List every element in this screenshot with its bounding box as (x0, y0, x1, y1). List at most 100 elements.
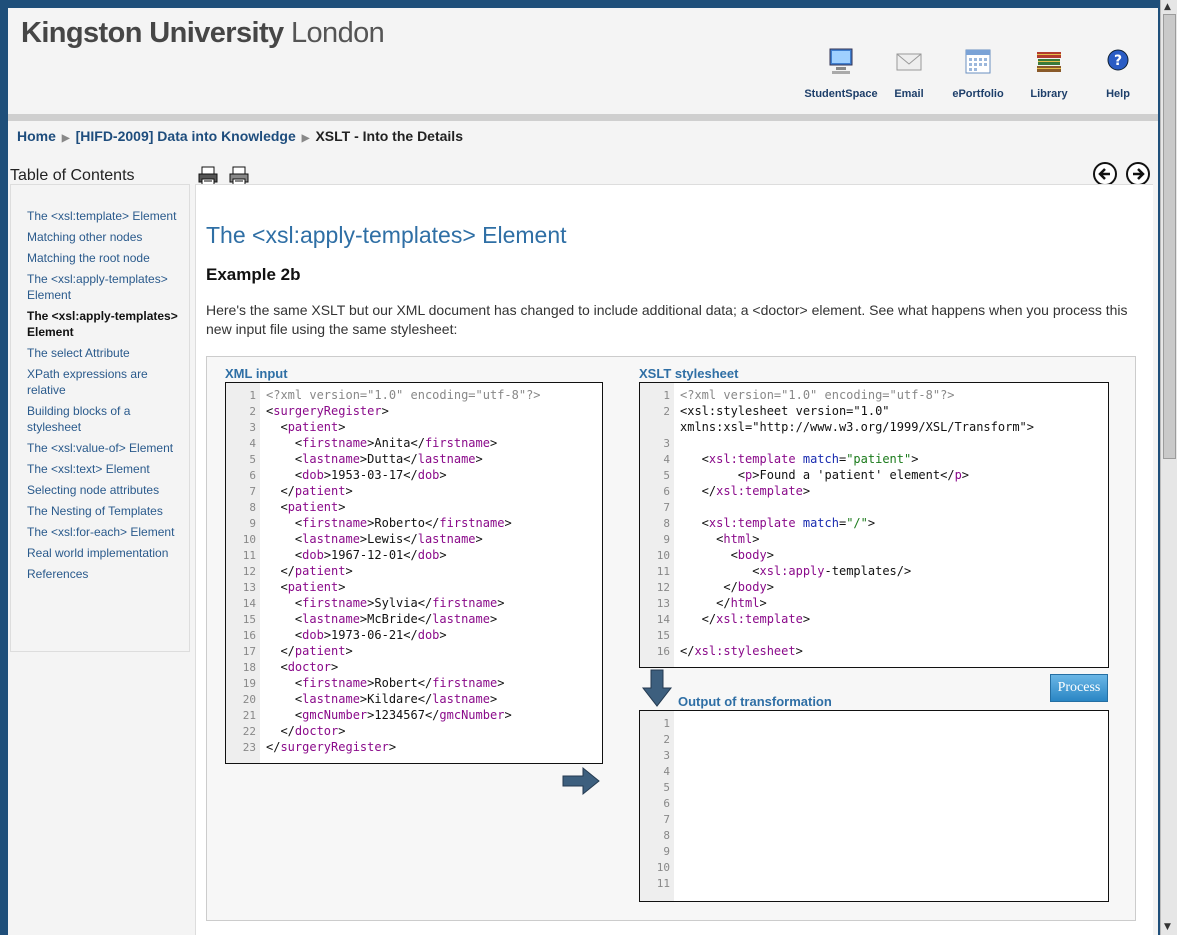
code-text: <lastname>McBride</lastname> (266, 612, 498, 626)
line-number: 14 (242, 597, 256, 610)
toc-item[interactable]: The <xsl:template> Element (27, 208, 187, 224)
code-text: <p>Found a 'patient' element</p> (680, 468, 970, 482)
code-line: 11 <xsl:apply-templates/> (640, 563, 911, 579)
toc-item[interactable]: Matching the root node (27, 250, 187, 266)
scrollbar-thumb[interactable] (1163, 14, 1176, 459)
toc-item[interactable]: The <xsl:for-each> Element (27, 524, 187, 540)
code-line: xmlns:xsl="http://www.w3.org/1999/XSL/Tr… (640, 419, 1034, 435)
code-line: 19 <firstname>Robert</firstname> (226, 675, 505, 691)
toc-item[interactable]: The <xsl:value-of> Element (27, 440, 187, 456)
code-line: 9 <html> (640, 531, 759, 547)
line-number: 7 (663, 813, 670, 826)
code-text: </surgeryRegister> (266, 740, 397, 754)
breadcrumb-course[interactable]: [HIFD-2009] Data into Knowledge (76, 128, 296, 144)
line-number: 14 (656, 613, 670, 626)
line-number: 4 (663, 453, 670, 466)
help-icon: ? (1107, 49, 1129, 71)
line-number: 22 (242, 725, 256, 738)
code-text: <lastname>Kildare</lastname> (266, 692, 498, 706)
toc-item[interactable]: XPath expressions are relative (27, 366, 187, 398)
code-line: 5 (640, 779, 670, 795)
code-text: <?xml version="1.0" encoding="utf-8"?> (680, 388, 955, 402)
code-line: 14 <firstname>Sylvia</firstname> (226, 595, 505, 611)
previous-page-icon[interactable] (1093, 162, 1117, 186)
scroll-up-icon[interactable]: ▲ (1164, 2, 1171, 12)
envelope-icon (896, 53, 922, 71)
breadcrumb-home[interactable]: Home (17, 128, 56, 144)
code-line: 13 </html> (640, 595, 767, 611)
toc-item[interactable]: The <xsl:apply-templates> Element (27, 308, 187, 340)
line-number: 11 (656, 565, 670, 578)
scroll-down-icon[interactable]: ▼ (1164, 922, 1171, 932)
toc-item[interactable]: Matching other nodes (27, 229, 187, 245)
code-line: 23 </surgeryRegister> (226, 739, 396, 755)
line-number: 3 (663, 749, 670, 762)
line-number: 19 (242, 677, 256, 690)
toc-item[interactable]: Building blocks of a stylesheet (27, 403, 187, 435)
code-line: 16 </xsl:stylesheet> (640, 643, 803, 659)
code-line: 1 <?xml version="1.0" encoding="utf-8"?> (226, 387, 540, 403)
library-label: Library (1030, 88, 1068, 100)
code-line: 5 <p>Found a 'patient' element</p> (640, 467, 969, 483)
line-number: 13 (242, 581, 256, 594)
code-line: 10 <body> (640, 547, 774, 563)
code-line: 3 (640, 435, 670, 451)
help-link[interactable]: ? Help (1078, 46, 1158, 100)
university-logo[interactable]: Kingston University London (21, 17, 385, 50)
code-text: <html> (680, 532, 760, 546)
code-line: 2 (640, 731, 670, 747)
output-editor[interactable]: 1 2 3 4 5 6 7 8 9 10 11 (639, 710, 1109, 902)
code-line: 7 </patient> (226, 483, 352, 499)
print-all-icon[interactable] (228, 166, 250, 186)
toc-item[interactable]: Real world implementation (27, 545, 187, 561)
code-line: 11 (640, 875, 670, 891)
help-label: Help (1106, 88, 1130, 100)
line-number: 6 (663, 797, 670, 810)
toc-item[interactable]: References (27, 566, 187, 582)
print-icon[interactable] (197, 166, 219, 186)
process-button[interactable]: Process (1050, 674, 1108, 702)
line-number: 7 (249, 485, 256, 498)
toc-item[interactable]: The select Attribute (27, 345, 187, 361)
xslt-stylesheet-editor[interactable]: 1 <?xml version="1.0" encoding="utf-8"?> 2… (639, 382, 1109, 668)
line-number: 8 (249, 501, 256, 514)
email-link[interactable]: Email (869, 46, 949, 100)
code-text: <patient> (266, 500, 346, 514)
line-number: 4 (663, 765, 670, 778)
line-number: 3 (249, 421, 256, 434)
toc-item[interactable]: The <xsl:apply-templates> Element (27, 271, 187, 303)
library-link[interactable]: Library (1009, 46, 1089, 100)
code-line: 3 (640, 747, 670, 763)
header-divider (8, 114, 1158, 121)
toc-item[interactable]: Selecting node attributes (27, 482, 187, 498)
code-line: 7 (640, 499, 670, 515)
toc-item[interactable]: The Nesting of Templates (27, 503, 187, 519)
code-line: 22 </doctor> (226, 723, 346, 739)
toc-item[interactable]: The <xsl:text> Element (27, 461, 187, 477)
xml-input-editor[interactable]: 1 <?xml version="1.0" encoding="utf-8"?> 2… (225, 382, 603, 764)
code-line: 2 <surgeryRegister> (226, 403, 388, 419)
code-line: 14 </xsl:template> (640, 611, 810, 627)
code-text: <dob>1953-03-17</dob> (266, 468, 447, 482)
code-text: <lastname>Lewis</lastname> (266, 532, 483, 546)
line-number: 5 (249, 453, 256, 466)
code-line: 12 </patient> (226, 563, 353, 579)
main-content: The <xsl:apply-templates> Element Exampl… (195, 184, 1153, 935)
line-number: 20 (242, 693, 256, 706)
code-line: 15 <lastname>McBride</lastname> (226, 611, 497, 627)
books-icon (1037, 52, 1061, 72)
line-number: 3 (663, 437, 670, 450)
line-number: 1 (663, 717, 670, 730)
code-line: 15 (640, 627, 670, 643)
code-line: 4 (640, 763, 670, 779)
vertical-scrollbar[interactable]: ▲ ▼ (1160, 0, 1177, 935)
calendar-icon (965, 49, 991, 74)
next-page-icon[interactable] (1126, 162, 1150, 186)
code-line: 6 <dob>1953-03-17</dob> (226, 467, 446, 483)
line-number: 16 (242, 629, 256, 642)
eportfolio-link[interactable]: ePortfolio (938, 46, 1018, 100)
line-number: 8 (663, 517, 670, 530)
monitor-icon (829, 48, 853, 74)
line-number: 8 (663, 829, 670, 842)
code-line: 13 <patient> (226, 579, 346, 595)
